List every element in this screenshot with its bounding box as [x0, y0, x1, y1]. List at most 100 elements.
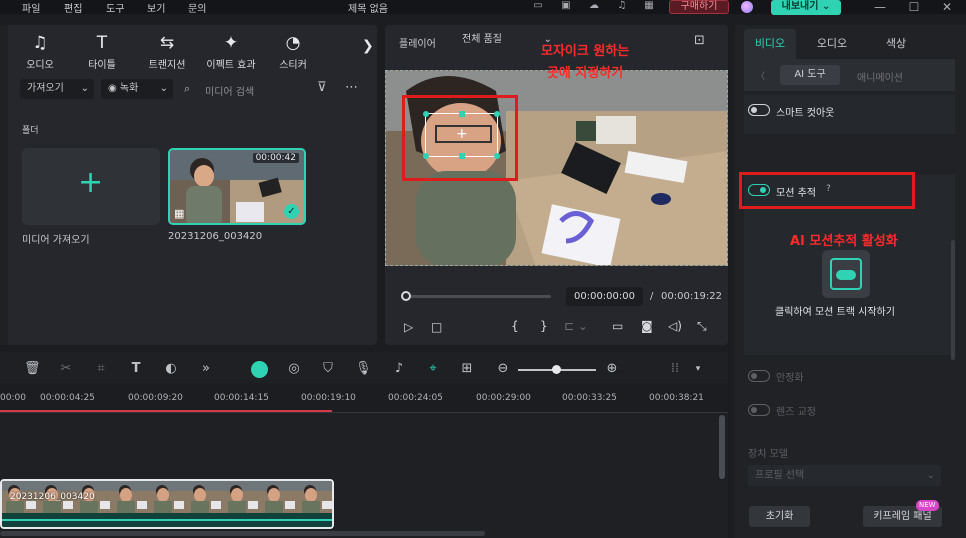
playback-scrubber[interactable]: [404, 295, 551, 298]
mark-out-icon[interactable]: }: [540, 319, 548, 333]
play-icon[interactable]: ▷: [404, 320, 413, 334]
headset-icon[interactable]: ♫: [615, 0, 629, 12]
apps-icon[interactable]: ▦: [642, 0, 656, 12]
minimize-icon[interactable]: —: [873, 0, 887, 14]
tool-transition-label: 트랜지션: [148, 60, 186, 71]
color-palette-icon[interactable]: ◐: [163, 361, 179, 377]
maximize-icon[interactable]: ☐: [907, 0, 921, 14]
tool-title[interactable]: T 타이틀: [72, 33, 132, 71]
speed-icon[interactable]: ◎: [286, 361, 302, 377]
stop-icon[interactable]: □: [431, 320, 442, 334]
tool-audio[interactable]: ♫ 오디오: [10, 33, 70, 71]
track-start-hint: 클릭하여 모션 트랙 시작하기: [775, 307, 895, 318]
import-media-card[interactable]: +: [22, 148, 160, 225]
tab-video[interactable]: 비디오: [744, 29, 796, 59]
zoom-out-icon[interactable]: ⊖: [495, 361, 511, 377]
record-dropdown[interactable]: ◉ 녹화 ⌄: [101, 79, 173, 99]
lens-correction-toggle[interactable]: [748, 404, 770, 416]
profile-select[interactable]: 프로필 선택 ⌄: [748, 465, 941, 486]
scrubber-handle[interactable]: [401, 291, 411, 301]
profile-select-label: 프로필 선택: [755, 470, 805, 481]
snapshot-view-icon[interactable]: ⊡: [694, 33, 705, 48]
tab-audio[interactable]: 오디오: [804, 29, 860, 59]
split-icon[interactable]: ✂: [58, 361, 74, 377]
quality-dropdown[interactable]: 전체 품질 ⌄: [454, 31, 554, 49]
clip-duration: 00:00:42: [252, 153, 299, 163]
search-input[interactable]: 미디어 검색: [205, 83, 254, 98]
grid-icon[interactable]: ⁞⁞: [667, 361, 683, 377]
reset-button[interactable]: 초기화: [749, 506, 810, 527]
crop-icon[interactable]: ⌗: [93, 361, 109, 377]
chevron-down-icon[interactable]: ▾: [690, 361, 706, 377]
avatar[interactable]: [741, 1, 753, 13]
library-left-edge: [0, 25, 8, 345]
stabilization-label: 안정화: [776, 373, 804, 384]
effects-icon: ✦: [223, 33, 239, 53]
zoom-slider-handle[interactable]: [552, 365, 561, 374]
ruler-label: 00:00:24:05: [388, 393, 443, 403]
subtab-prev-icon[interactable]: 〈: [756, 69, 765, 82]
tool-title-label: 타이틀: [88, 60, 116, 71]
import-dropdown[interactable]: 가져오기 ⌄: [20, 79, 94, 99]
search-icon: ⌕: [184, 82, 191, 95]
menu-edit[interactable]: 편집: [64, 0, 82, 15]
smart-cutout-label: 스마트 컷아웃: [776, 108, 835, 119]
tool-effects[interactable]: ✦ 이펙트 효과: [197, 33, 265, 71]
camera-icon[interactable]: ◙: [641, 319, 653, 333]
text-icon[interactable]: T: [128, 361, 144, 377]
menu-view[interactable]: 보기: [147, 0, 165, 15]
menu-file[interactable]: 파일: [22, 0, 40, 15]
media-clip-thumbnail[interactable]: 00:00:42 ▦ ✓: [168, 148, 306, 225]
close-icon[interactable]: ✕: [940, 0, 954, 14]
record-dropdown-label: 녹화: [119, 83, 139, 94]
tool-transition[interactable]: ⇆ 트랜지션: [137, 33, 197, 71]
timeline-video-clip[interactable]: 20231206_003420: [0, 479, 334, 529]
music-icon[interactable]: ♪: [391, 361, 407, 377]
volume-icon[interactable]: ◁): [668, 319, 682, 333]
total-time: 00:00:19:22: [661, 291, 723, 302]
panel-scrollbar[interactable]: [951, 240, 955, 360]
smart-cutout-toggle[interactable]: [748, 104, 770, 116]
title-icon: T: [96, 33, 108, 53]
ai-companion-icon[interactable]: [251, 361, 268, 378]
clip-marker-icon[interactable]: ⊏ ⌄: [564, 319, 588, 333]
ruler-label: 00:00:38:21: [649, 393, 704, 403]
stabilization-toggle[interactable]: [748, 370, 770, 382]
menu-tools[interactable]: 도구: [106, 0, 124, 15]
chevron-right-icon[interactable]: ❯: [362, 38, 374, 54]
display-icon[interactable]: ▭: [612, 319, 623, 333]
shield-icon[interactable]: ⛉: [320, 361, 336, 377]
microphone-icon[interactable]: 🎙: [355, 361, 372, 377]
current-time-field[interactable]: 00:00:00:00: [566, 287, 643, 306]
export-button[interactable]: 내보내기 ⌄: [771, 0, 841, 15]
delete-icon[interactable]: 🗑: [24, 361, 41, 377]
start-motion-track-button[interactable]: [822, 250, 870, 298]
zoom-in-icon[interactable]: ⊕: [604, 361, 620, 377]
video-preview[interactable]: +: [385, 70, 728, 266]
tool-audio-label: 오디오: [26, 60, 54, 71]
filter-icon[interactable]: ⊽: [317, 80, 327, 95]
timeline-scrollbar[interactable]: [719, 415, 725, 479]
mark-in-icon[interactable]: {: [511, 319, 519, 333]
save-icon[interactable]: ▣: [559, 0, 573, 12]
fullscreen-icon[interactable]: ⤡: [697, 319, 707, 334]
cloud-icon[interactable]: ☁: [587, 0, 601, 12]
tab-color[interactable]: 색상: [868, 29, 924, 59]
lens-correction-label: 렌즈 교정: [776, 407, 816, 418]
timeline-h-scrollbar[interactable]: [0, 531, 485, 536]
clip-name: 20231206_003420: [168, 231, 263, 242]
tool-sticker[interactable]: ◔ 스티커: [263, 33, 323, 71]
snap-icon[interactable]: ⌖: [425, 361, 441, 377]
layout-icon[interactable]: ▭: [531, 0, 545, 12]
fit-icon[interactable]: ⊞: [459, 361, 475, 377]
menu-help[interactable]: 문의: [188, 0, 206, 15]
timeline-ruler[interactable]: [0, 383, 728, 413]
more-tools-icon[interactable]: »: [198, 361, 214, 377]
more-icon[interactable]: ⋯: [345, 80, 358, 95]
subtab-ai-tools[interactable]: AI 도구: [780, 65, 840, 85]
audio-waveform: [2, 519, 332, 521]
buy-button[interactable]: 구매하기: [669, 0, 729, 14]
chevron-down-icon: ⌄: [926, 470, 935, 481]
tool-sticker-label: 스티커: [279, 60, 307, 71]
subtab-animation[interactable]: 애니메이션: [857, 69, 903, 84]
